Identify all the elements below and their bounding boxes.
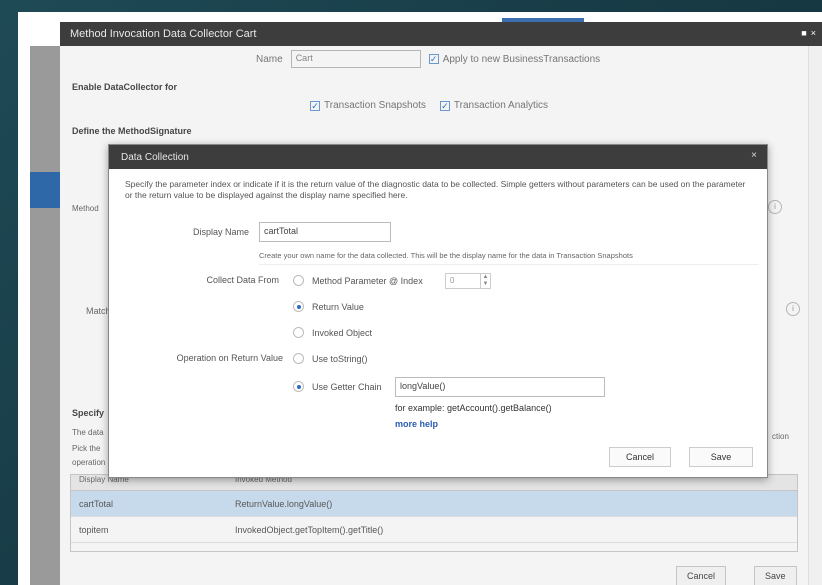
param-index-value: 0 bbox=[450, 276, 455, 285]
method-parameter-label: Method Parameter @ Index bbox=[312, 275, 423, 286]
data-collection-dialog: Data Collection × Specify the parameter … bbox=[108, 144, 768, 478]
return-value-label: Return Value bbox=[312, 301, 364, 312]
main-dialog-titlebar: Method Invocation Data Collector Cart ■ … bbox=[60, 22, 822, 46]
stepper-arrows-icon[interactable]: ▲ ▼ bbox=[480, 274, 490, 288]
radio-dot bbox=[293, 301, 304, 312]
display-name-label: Display Name bbox=[192, 227, 249, 237]
operation-label: Operation on Return Value bbox=[176, 353, 283, 363]
main-dialog-title: Method Invocation Data Collector Cart bbox=[70, 28, 257, 40]
collect-data-label: Collect Data From bbox=[206, 275, 279, 285]
use-getter-chain-label: Use Getter Chain bbox=[312, 381, 382, 392]
getter-chain-input[interactable]: longValue() bbox=[395, 377, 605, 397]
use-getter-chain-radio[interactable]: Use Getter Chain bbox=[293, 381, 382, 392]
invoked-object-radio[interactable]: Invoked Object bbox=[293, 327, 372, 338]
dialog-description: Specify the parameter index or indicate … bbox=[125, 179, 746, 200]
left-rail-selected-item[interactable] bbox=[30, 172, 60, 208]
use-tostring-label: Use toString() bbox=[312, 353, 368, 364]
invoked-object-label: Invoked Object bbox=[312, 327, 373, 338]
maximize-icon[interactable]: ■ bbox=[801, 28, 806, 38]
radio-dot bbox=[293, 353, 304, 364]
dialog-save-button[interactable]: Save bbox=[689, 447, 753, 467]
return-value-radio[interactable]: Return Value bbox=[293, 301, 364, 312]
left-rail bbox=[30, 46, 60, 585]
getter-example: for example: getAccount().getBalance() bbox=[395, 403, 552, 413]
radio-dot bbox=[293, 275, 304, 286]
radio-dot bbox=[293, 327, 304, 338]
close-icon[interactable]: × bbox=[811, 28, 816, 38]
dialog-title: Data Collection bbox=[121, 151, 189, 163]
use-tostring-radio[interactable]: Use toString() bbox=[293, 353, 368, 364]
display-name-hint: Create your own name for the data collec… bbox=[259, 251, 759, 265]
main-scrollbar[interactable] bbox=[808, 46, 822, 585]
close-icon[interactable]: × bbox=[751, 150, 757, 161]
radio-dot bbox=[293, 381, 304, 392]
method-parameter-radio[interactable]: Method Parameter @ Index bbox=[293, 275, 423, 286]
display-name-input[interactable]: cartTotal bbox=[259, 222, 391, 242]
more-help-link[interactable]: more help bbox=[395, 419, 438, 429]
param-index-stepper[interactable]: 0 ▲ ▼ bbox=[445, 273, 491, 289]
dialog-cancel-button[interactable]: Cancel bbox=[609, 447, 671, 467]
dialog-titlebar: Data Collection × bbox=[109, 145, 767, 169]
